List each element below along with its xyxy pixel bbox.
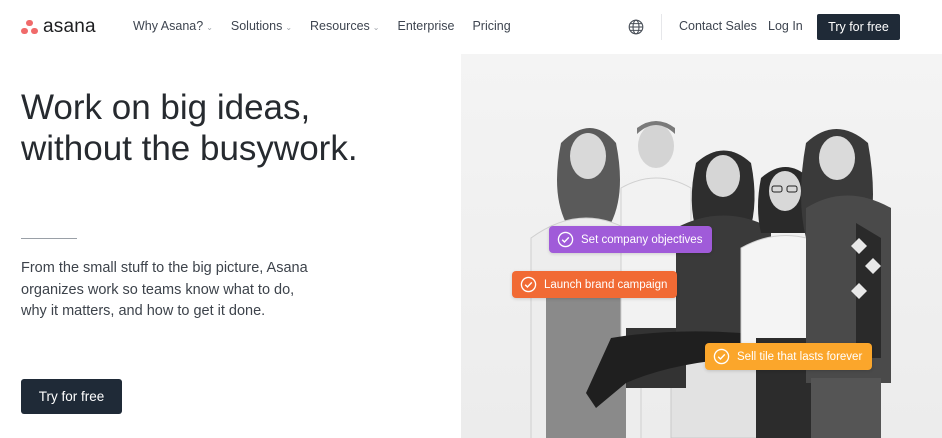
task-label: Set company objectives bbox=[581, 233, 703, 246]
nav-item-label: Resources bbox=[310, 19, 370, 33]
nav-item-label: Enterprise bbox=[397, 19, 455, 33]
check-circle-icon bbox=[520, 276, 537, 293]
hero-title-line-2: without the busywork. bbox=[21, 129, 358, 168]
nav-try-for-free-button[interactable]: Try for free bbox=[817, 14, 900, 40]
nav-menu: Why Asana? ⌄ Solutions ⌄ Resources ⌄ Ent… bbox=[133, 19, 529, 33]
hero-try-for-free-button[interactable]: Try for free bbox=[21, 379, 122, 414]
nav-divider bbox=[661, 14, 662, 40]
asana-logo[interactable]: asana bbox=[21, 16, 96, 38]
chevron-down-icon: ⌄ bbox=[285, 22, 293, 32]
nav-item-why-asana[interactable]: Why Asana? ⌄ bbox=[133, 19, 213, 33]
task-pill-launch-brand-campaign: Launch brand campaign bbox=[512, 271, 678, 298]
check-circle-icon bbox=[713, 348, 730, 365]
nav-item-label: Why Asana? bbox=[133, 19, 204, 33]
log-in-link[interactable]: Log In bbox=[768, 19, 803, 33]
nav-item-solutions[interactable]: Solutions ⌄ bbox=[231, 19, 292, 33]
logo-wordmark: asana bbox=[43, 16, 96, 37]
task-label: Sell tile that lasts forever bbox=[737, 350, 863, 363]
nav-item-pricing[interactable]: Pricing bbox=[472, 19, 510, 33]
nav-item-label: Solutions bbox=[230, 19, 283, 33]
task-pill-sell-tile: Sell tile that lasts forever bbox=[705, 343, 873, 370]
hero-title: Work on big ideas, without the busywork. bbox=[21, 87, 441, 169]
chevron-down-icon: ⌄ bbox=[372, 22, 380, 32]
hero-description: From the small stuff to the big picture,… bbox=[21, 260, 308, 319]
contact-sales-link[interactable]: Contact Sales bbox=[679, 19, 757, 33]
nav-item-resources[interactable]: Resources ⌄ bbox=[310, 19, 379, 33]
asana-logo-icon bbox=[21, 19, 38, 35]
top-navigation: asana Why Asana? ⌄ Solutions ⌄ Resources… bbox=[0, 0, 942, 54]
check-circle-icon bbox=[557, 231, 574, 248]
task-label: Launch brand campaign bbox=[544, 278, 668, 291]
hero-title-line-1: Work on big ideas, bbox=[21, 88, 311, 127]
nav-item-enterprise[interactable]: Enterprise bbox=[397, 19, 454, 33]
task-pill-set-company-objectives: Set company objectives bbox=[549, 226, 713, 253]
globe-icon[interactable] bbox=[628, 19, 644, 35]
chevron-down-icon: ⌄ bbox=[206, 22, 213, 32]
nav-item-label: Pricing bbox=[472, 19, 511, 33]
hero-divider bbox=[21, 238, 77, 239]
